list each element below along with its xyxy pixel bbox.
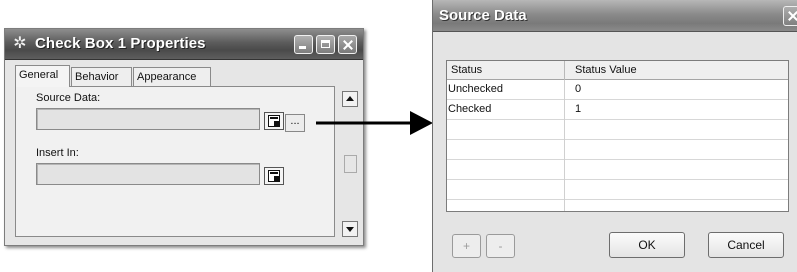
scroll-up-arrow[interactable] — [342, 91, 358, 107]
source-data-label: Source Data: — [36, 92, 101, 104]
dialog-close-button[interactable] — [783, 6, 797, 26]
status-cell[interactable]: Unchecked — [447, 80, 565, 100]
general-tab-panel: Source Data: ... Insert In: — [15, 86, 335, 237]
pointer-arrow — [316, 111, 433, 135]
close-button[interactable] — [338, 35, 357, 54]
minimize-button[interactable] — [294, 35, 313, 54]
status-value-cell[interactable] — [565, 120, 788, 140]
status-cell[interactable]: Checked — [447, 100, 565, 120]
insert-in-field[interactable] — [36, 163, 260, 185]
status-value-cell[interactable] — [565, 200, 788, 211]
properties-window-title: Check Box 1 Properties — [35, 35, 206, 52]
remove-row-button[interactable]: - — [486, 234, 515, 258]
table-row[interactable] — [447, 180, 788, 200]
tab-appearance[interactable]: Appearance — [133, 67, 211, 86]
insert-in-label: Insert In: — [36, 147, 79, 159]
status-cell[interactable] — [447, 120, 565, 140]
source-data-dialog: Source Data Status Status Value Unchecke… — [432, 0, 797, 272]
cell-picker-icon — [268, 115, 280, 127]
table-row[interactable] — [447, 140, 788, 160]
status-value-cell[interactable] — [565, 140, 788, 160]
table-header: Status Status Value — [447, 61, 788, 80]
insert-in-picker-button[interactable] — [264, 167, 284, 185]
source-data-dialog-title: Source Data — [439, 7, 527, 24]
status-value-cell[interactable]: 0 — [565, 80, 788, 100]
maximize-button[interactable] — [316, 35, 335, 54]
table-row[interactable] — [447, 200, 788, 211]
properties-title-bar[interactable]: ✲ Check Box 1 Properties — [5, 29, 363, 60]
source-data-picker-button[interactable] — [264, 112, 284, 130]
status-value-cell[interactable] — [565, 160, 788, 180]
add-row-button[interactable]: + — [452, 234, 481, 258]
status-value-cell[interactable]: 1 — [565, 100, 788, 120]
table-row[interactable] — [447, 160, 788, 180]
table-row[interactable]: Checked 1 — [447, 100, 788, 120]
status-value-cell[interactable] — [565, 180, 788, 200]
status-cell[interactable] — [447, 160, 565, 180]
table-row[interactable]: Unchecked 0 — [447, 80, 788, 100]
source-data-title-bar[interactable]: Source Data — [433, 0, 797, 32]
cell-picker-icon — [268, 170, 280, 182]
source-data-browse-button[interactable]: ... — [285, 114, 305, 132]
gear-icon: ✲ — [13, 35, 27, 52]
status-cell[interactable] — [447, 200, 565, 211]
status-cell[interactable] — [447, 180, 565, 200]
tab-general[interactable]: General — [15, 65, 70, 87]
status-values-table: Status Status Value Unchecked 0 Checked … — [446, 60, 789, 212]
tab-behavior[interactable]: Behavior — [71, 67, 132, 86]
scroll-thumb[interactable] — [344, 155, 357, 173]
cancel-button[interactable]: Cancel — [708, 232, 784, 258]
column-header-status-value[interactable]: Status Value — [565, 61, 788, 80]
source-data-field[interactable] — [36, 108, 260, 130]
scroll-down-arrow[interactable] — [342, 221, 358, 237]
column-header-status[interactable]: Status — [447, 61, 565, 80]
pointer-arrow-head — [410, 111, 433, 135]
ok-button[interactable]: OK — [609, 232, 685, 258]
status-cell[interactable] — [447, 140, 565, 160]
table-row[interactable] — [447, 120, 788, 140]
check-box-properties-window: ✲ Check Box 1 Properties General Behavio… — [4, 28, 364, 246]
